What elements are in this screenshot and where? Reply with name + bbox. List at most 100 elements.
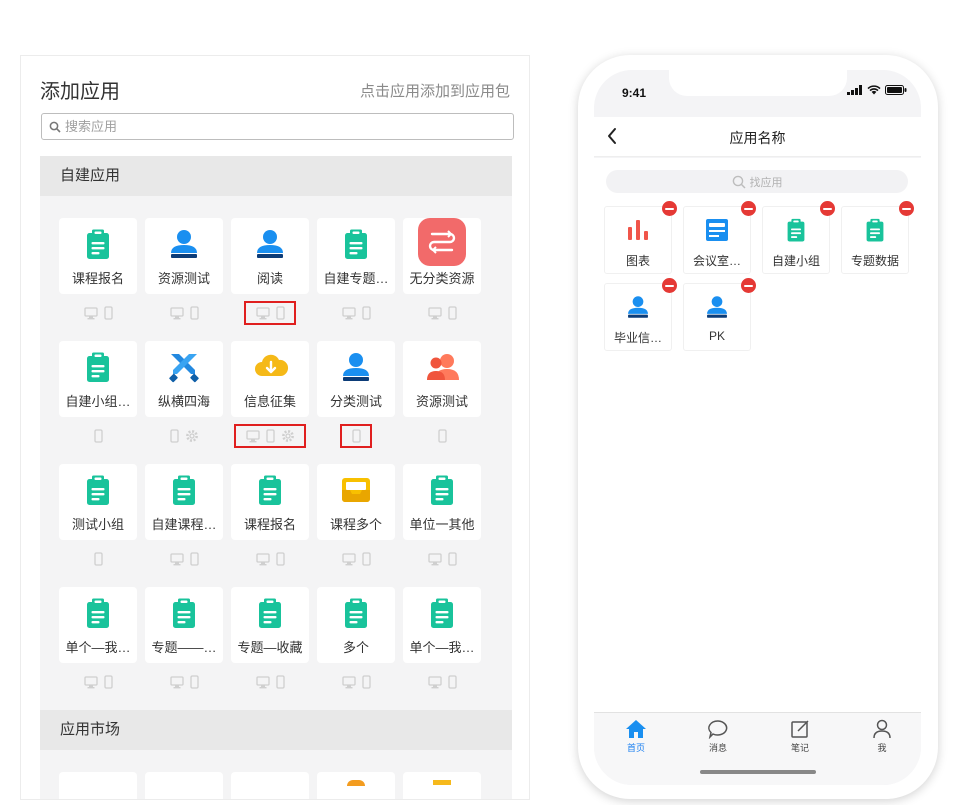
message-icon bbox=[688, 719, 748, 739]
device-support bbox=[145, 423, 223, 449]
phone-app-tile[interactable]: 专题数据 bbox=[841, 201, 914, 274]
phone-app-tile[interactable]: 毕业信… bbox=[604, 278, 677, 351]
remove-icon[interactable] bbox=[741, 278, 756, 293]
app-label: 课程报名 bbox=[71, 271, 124, 286]
remove-icon[interactable] bbox=[662, 201, 677, 216]
app-card[interactable]: 多个 bbox=[317, 587, 395, 663]
desktop-icon bbox=[255, 306, 270, 319]
user-icon bbox=[339, 350, 373, 384]
mobile-icon bbox=[265, 429, 275, 443]
phone-app-tile[interactable]: 图表 bbox=[604, 201, 677, 274]
app-card[interactable]: 课程报名 bbox=[231, 464, 309, 540]
phone-app-tile[interactable]: PK bbox=[683, 278, 756, 351]
app-cell: 单个—我… bbox=[403, 587, 481, 695]
app-label: 单位一其他 bbox=[409, 517, 475, 532]
app-cell: 课程多个 bbox=[317, 464, 395, 572]
app-cell: 信息征集 bbox=[231, 341, 309, 448]
desktop-icon bbox=[427, 675, 442, 688]
phone-notch bbox=[669, 70, 847, 96]
app-cell: 分类测试 bbox=[317, 341, 395, 448]
desktop-icon bbox=[169, 306, 184, 319]
app-label: 自建课程… bbox=[151, 517, 217, 532]
home-indicator bbox=[700, 770, 816, 774]
app-label: 自建小组… bbox=[65, 394, 131, 409]
app-label: 多个 bbox=[342, 640, 369, 655]
app-card[interactable]: 纵横四海 bbox=[145, 341, 223, 417]
market-app-card[interactable] bbox=[317, 772, 395, 799]
phone-page-title: 应用名称 bbox=[729, 130, 786, 146]
app-card[interactable]: 单个—我… bbox=[59, 587, 137, 663]
app-card[interactable]: 信息征集 bbox=[231, 341, 309, 417]
app-card[interactable]: 专题—收藏 bbox=[231, 587, 309, 663]
remove-icon[interactable] bbox=[899, 201, 914, 216]
app-card[interactable]: 自建专题… bbox=[317, 218, 395, 294]
mobile-icon bbox=[169, 429, 179, 443]
phone-app-tile[interactable]: 会议室… bbox=[683, 201, 756, 274]
remove-icon[interactable] bbox=[820, 201, 835, 216]
phone-content: 找应用 图表 会议室… 自建小组 专题数据毕业信… PK bbox=[594, 158, 921, 782]
user-icon bbox=[253, 227, 287, 261]
app-cell: 单个—我… bbox=[59, 587, 137, 695]
app-card[interactable]: 课程报名 bbox=[59, 218, 137, 294]
market-app-card[interactable] bbox=[145, 772, 223, 799]
app-cell: 纵横四海 bbox=[145, 341, 223, 449]
phone-app-label: 自建小组 bbox=[771, 254, 820, 268]
app-card[interactable]: 自建小组… bbox=[59, 341, 137, 417]
app-cell: 测试小组 bbox=[59, 464, 137, 572]
app-card[interactable]: 自建课程… bbox=[145, 464, 223, 540]
tab-home[interactable]: 首页 bbox=[606, 719, 666, 754]
desktop-icon bbox=[83, 675, 98, 688]
app-card[interactable]: 课程多个 bbox=[317, 464, 395, 540]
device-support bbox=[403, 423, 481, 449]
mobile-icon bbox=[361, 552, 371, 566]
clipboard-icon bbox=[81, 350, 115, 384]
search-input[interactable] bbox=[65, 119, 465, 134]
mobile-icon bbox=[437, 429, 447, 443]
phone-app-label: 图表 bbox=[625, 254, 650, 268]
tab-label: 我 bbox=[877, 743, 887, 753]
app-card[interactable]: 单位一其他 bbox=[403, 464, 481, 540]
desktop-icon bbox=[83, 306, 98, 319]
app-card[interactable]: 专题——… bbox=[145, 587, 223, 663]
clipboard-icon bbox=[862, 217, 888, 243]
self-built-app-list: 课程报名 资源测试 阅读 自建专题… 无分类资源 自建小组… 纵横四海 信息征集 分类测试 资源测… bbox=[40, 196, 512, 710]
market-app-card[interactable] bbox=[403, 772, 481, 799]
app-card[interactable]: 阅读 bbox=[231, 218, 309, 294]
mobile-icon bbox=[447, 552, 457, 566]
user-icon bbox=[704, 294, 730, 320]
app-cell: 专题—收藏 bbox=[231, 587, 309, 695]
app-card[interactable]: 资源测试 bbox=[145, 218, 223, 294]
phone-navbar: 应用名称 bbox=[594, 117, 921, 157]
app-search-box[interactable] bbox=[41, 113, 514, 140]
remove-icon[interactable] bbox=[741, 201, 756, 216]
mobile-icon bbox=[361, 675, 371, 689]
settings-icon bbox=[185, 430, 198, 442]
document-icon bbox=[704, 217, 730, 243]
app-card[interactable]: 单个—我… bbox=[403, 587, 481, 663]
app-label: 专题——… bbox=[151, 640, 217, 655]
cloud-download-icon bbox=[253, 350, 289, 384]
remove-icon[interactable] bbox=[662, 278, 677, 293]
tab-message[interactable]: 消息 bbox=[688, 719, 748, 754]
phone-app-label: 专题数据 bbox=[850, 254, 899, 268]
device-support-highlighted bbox=[340, 424, 372, 448]
app-label: 专题—收藏 bbox=[237, 640, 303, 655]
mobile-icon bbox=[361, 306, 371, 320]
market-app-card[interactable] bbox=[59, 772, 137, 799]
phone-app-tile[interactable]: 自建小组 bbox=[762, 201, 835, 274]
market-app-card[interactable] bbox=[231, 772, 309, 799]
app-card[interactable]: 资源测试 bbox=[403, 341, 481, 417]
tab-note[interactable]: 笔记 bbox=[770, 719, 830, 754]
phone-search-box[interactable]: 找应用 bbox=[606, 170, 908, 193]
device-support bbox=[231, 546, 309, 572]
app-cell: 专题——… bbox=[145, 587, 223, 695]
bar-chart-icon bbox=[625, 217, 651, 243]
app-card[interactable]: 无分类资源 bbox=[403, 218, 481, 294]
clipboard-icon bbox=[253, 596, 287, 630]
app-label: 单个—我… bbox=[409, 640, 475, 655]
tab-person[interactable]: 我 bbox=[852, 719, 912, 754]
app-card[interactable]: 测试小组 bbox=[59, 464, 137, 540]
app-card[interactable]: 分类测试 bbox=[317, 341, 395, 417]
device-support bbox=[145, 669, 223, 695]
app-label: 资源测试 bbox=[415, 394, 468, 409]
